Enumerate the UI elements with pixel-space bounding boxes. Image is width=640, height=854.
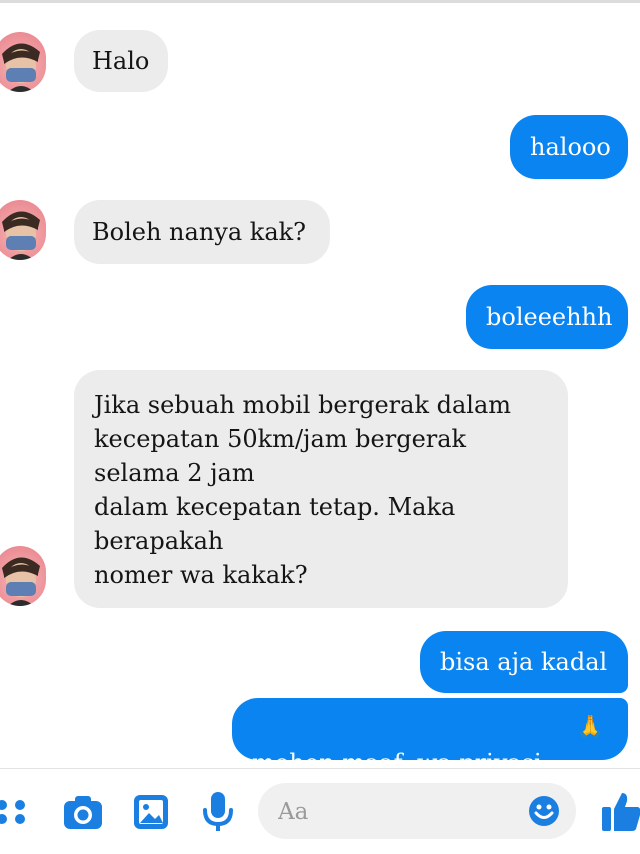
contact-avatar[interactable] — [0, 546, 46, 606]
outgoing-message: boleeehhh — [466, 285, 628, 349]
incoming-message: Boleh nanya kak? — [74, 200, 330, 264]
contact-avatar[interactable] — [0, 32, 46, 92]
microphone-icon[interactable] — [202, 791, 234, 833]
more-icon[interactable] — [0, 797, 32, 827]
composer-bar — [0, 768, 640, 854]
like-icon[interactable] — [600, 789, 640, 833]
avatar-icon — [2, 211, 40, 260]
outgoing-message: bisa aja kadal — [420, 631, 628, 693]
emoji-icon[interactable] — [528, 795, 560, 827]
message-composer[interactable] — [258, 783, 576, 839]
incoming-message: Jika sebuah mobil bergerak dalam kecepat… — [74, 370, 568, 608]
message-thread: Halo halooo Boleh nanya kak? boleeehhh J… — [0, 0, 640, 777]
camera-icon[interactable] — [62, 794, 104, 830]
outgoing-message: halooo — [510, 115, 628, 179]
message-input[interactable] — [276, 793, 520, 831]
outgoing-message: mohon maaf, wa privasi 🙏 — [232, 698, 628, 777]
avatar-icon — [2, 557, 40, 606]
avatar-icon — [2, 43, 40, 92]
contact-avatar[interactable] — [0, 200, 46, 260]
pray-emoji-icon: 🙏 — [576, 715, 604, 740]
gallery-icon[interactable] — [132, 793, 170, 831]
incoming-message: Halo — [74, 30, 168, 92]
